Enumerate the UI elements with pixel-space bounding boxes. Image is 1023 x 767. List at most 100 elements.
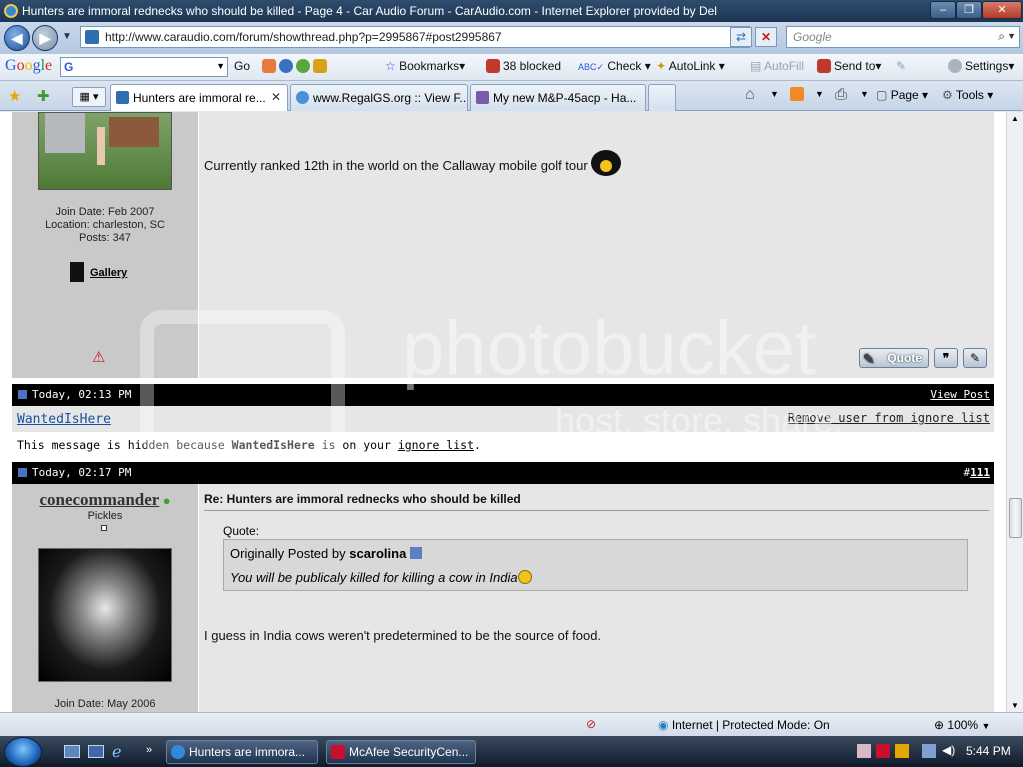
minimize-button[interactable]: – — [930, 1, 956, 19]
scroll-down-icon[interactable]: ▼ — [1011, 701, 1019, 710]
refresh-icon[interactable]: ⇄ — [730, 27, 752, 47]
remove-ignore-link[interactable]: Remove user from ignore list — [788, 411, 990, 425]
switch-windows-icon[interactable] — [88, 745, 104, 758]
hidden-username-link[interactable]: WantedIsHere — [17, 412, 111, 427]
sendto-menu[interactable]: Send to▾ — [817, 59, 881, 73]
privacy-icon[interactable]: ⊘ — [586, 717, 596, 731]
search-icon[interactable]: ⌕ — [998, 29, 1005, 44]
highlight-icon[interactable]: ✎ — [896, 59, 906, 73]
tab-mp45[interactable]: My new M&P-45acp - Ha... — [470, 84, 646, 111]
ie-icon — [171, 745, 185, 759]
user-avatar[interactable] — [38, 548, 172, 682]
ignore-list-link[interactable]: ignore list — [398, 438, 474, 452]
go-button[interactable]: Go — [234, 59, 250, 73]
new-tab-button[interactable] — [648, 84, 676, 111]
multiquote-icon[interactable]: ❞ — [934, 348, 958, 368]
apps-icon[interactable] — [313, 59, 327, 73]
home-dropdown-icon[interactable]: ▼ — [770, 89, 779, 99]
prev-post-body: Currently ranked 12th in the world on th… — [199, 112, 994, 378]
spellcheck-menu[interactable]: ABC✓ Check ▾ — [578, 59, 651, 73]
tab-regalgs[interactable]: www.RegalGS.org :: View F... — [290, 84, 468, 111]
history-dropdown-icon[interactable]: ▼ — [62, 31, 72, 42]
news-icon[interactable] — [262, 59, 276, 73]
page-menu[interactable]: ▢ Page ▾ — [876, 88, 928, 102]
avatar-rv-shape — [45, 113, 85, 153]
search-placeholder: Google — [793, 30, 832, 44]
settings-menu[interactable]: Settings▾ — [948, 59, 1014, 73]
post-number-link[interactable]: #111 — [964, 462, 991, 484]
quick-reply-icon[interactable]: ✎ — [963, 348, 987, 368]
signature-text: Currently ranked 12th in the world on th… — [204, 158, 588, 173]
address-input[interactable]: http://www.caraudio.com/forum/showthread… — [80, 26, 750, 48]
tray-icon-1[interactable] — [857, 744, 871, 758]
post-title: Re: Hunters are immoral rednecks who sho… — [204, 492, 521, 506]
page-scrollbar[interactable]: ▲ ▼ — [1006, 112, 1023, 712]
print-icon[interactable]: ⎙ — [835, 86, 847, 103]
quote-button[interactable]: ✎ Quote — [859, 348, 929, 368]
star-icon: ☆ — [385, 59, 396, 73]
tray-mcafee-icon[interactable] — [876, 744, 890, 758]
taskbar-item-label: McAfee SecurityCen... — [349, 745, 469, 759]
tray-icon-3[interactable] — [895, 744, 909, 758]
start-button[interactable] — [4, 737, 42, 767]
report-post-icon[interactable]: ⚠ — [92, 348, 105, 366]
zoom-control[interactable]: ⊕ 100% ▼ — [934, 718, 990, 732]
feeds-icon[interactable] — [790, 87, 804, 101]
search-input[interactable]: Google ⌕ ▼ — [786, 26, 1020, 48]
close-button[interactable]: ✕ — [982, 1, 1022, 19]
settings-icon — [948, 59, 962, 73]
quick-tabs-icon[interactable]: ▦ ▾ — [72, 87, 106, 107]
ie-quicklaunch-icon[interactable]: ℯ — [112, 742, 121, 762]
post-body-text: I guess in India cows weren't predetermi… — [204, 628, 602, 643]
earth-icon[interactable] — [279, 59, 293, 73]
gallery-link[interactable]: Gallery — [70, 262, 127, 282]
restore-button[interactable]: ❐ — [956, 1, 982, 19]
volume-icon[interactable]: ◀) — [942, 743, 955, 757]
taskbar-item-mcafee[interactable]: McAfee SecurityCen... — [326, 740, 476, 764]
url-text: http://www.caraudio.com/forum/showthread… — [105, 30, 502, 44]
print-dropdown-icon[interactable]: ▼ — [860, 89, 869, 99]
forum-page-icon — [476, 91, 489, 104]
popup-blocker[interactable]: 38 blocked — [486, 59, 561, 73]
view-post-link[interactable]: View Post — [930, 384, 990, 406]
tab-favicon-icon — [116, 91, 129, 104]
add-favorite-icon[interactable]: ✚ — [37, 87, 50, 105]
quote-pencil-icon: ✎ — [863, 351, 875, 367]
network-icon[interactable] — [922, 744, 936, 758]
prev-user-avatar[interactable] — [38, 112, 172, 190]
tab-hunters[interactable]: Hunters are immoral re... ✕ — [110, 84, 288, 111]
search-dropdown-icon[interactable]: ▼ — [1007, 31, 1016, 41]
tools-menu-label: Tools ▾ — [955, 88, 994, 102]
home-icon[interactable]: ⌂ — [745, 86, 755, 104]
zoom-dropdown-icon[interactable]: ▼ — [981, 721, 990, 731]
window-title: Hunters are immoral rednecks who should … — [22, 4, 717, 18]
bookmarks-menu[interactable]: ☆ Bookmarks▾ — [385, 59, 465, 73]
taskbar-item-ie[interactable]: Hunters are immora... — [166, 740, 318, 764]
feeds-dropdown-icon[interactable]: ▼ — [815, 89, 824, 99]
google-search-input[interactable]: G ▼ — [60, 57, 228, 77]
autolink-menu[interactable]: ✦ AutoLink ▾ — [656, 59, 725, 73]
show-desktop-icon[interactable] — [64, 745, 80, 758]
taskbar: ℯ » Hunters are immora... McAfee Securit… — [0, 736, 1023, 767]
autofill-button[interactable]: ▤ AutoFill — [750, 59, 804, 73]
post-username-link[interactable]: conecommander — [39, 490, 159, 509]
forward-button[interactable]: ▶ — [32, 25, 58, 51]
quicklaunch-overflow-icon[interactable]: » — [146, 744, 152, 756]
scroll-up-icon[interactable]: ▲ — [1011, 114, 1019, 123]
hidden-msg-prefix: This message is hidden because — [17, 438, 232, 452]
security-zone[interactable]: ◉ Internet | Protected Mode: On — [658, 718, 830, 732]
toolbar-icons-group[interactable] — [262, 59, 330, 73]
view-post-arrow-icon[interactable] — [409, 547, 422, 559]
scrollbar-thumb[interactable] — [1009, 498, 1022, 538]
autolink-icon: ✦ — [656, 59, 667, 73]
stop-icon[interactable]: ✕ — [755, 27, 777, 47]
autofill-icon: ▤ — [750, 59, 762, 73]
taskbar-clock[interactable]: 5:44 PM — [966, 744, 1011, 758]
tab-close-icon[interactable]: ✕ — [271, 90, 281, 104]
google-dropdown-icon[interactable]: ▼ — [216, 61, 225, 71]
back-button[interactable]: ◀ — [4, 25, 30, 51]
tools-menu[interactable]: ⚙ Tools ▾ — [942, 88, 993, 102]
favorites-star-icon[interactable]: ★ — [8, 87, 21, 105]
gallery-icon — [70, 262, 84, 282]
picasa-icon[interactable] — [296, 59, 310, 73]
